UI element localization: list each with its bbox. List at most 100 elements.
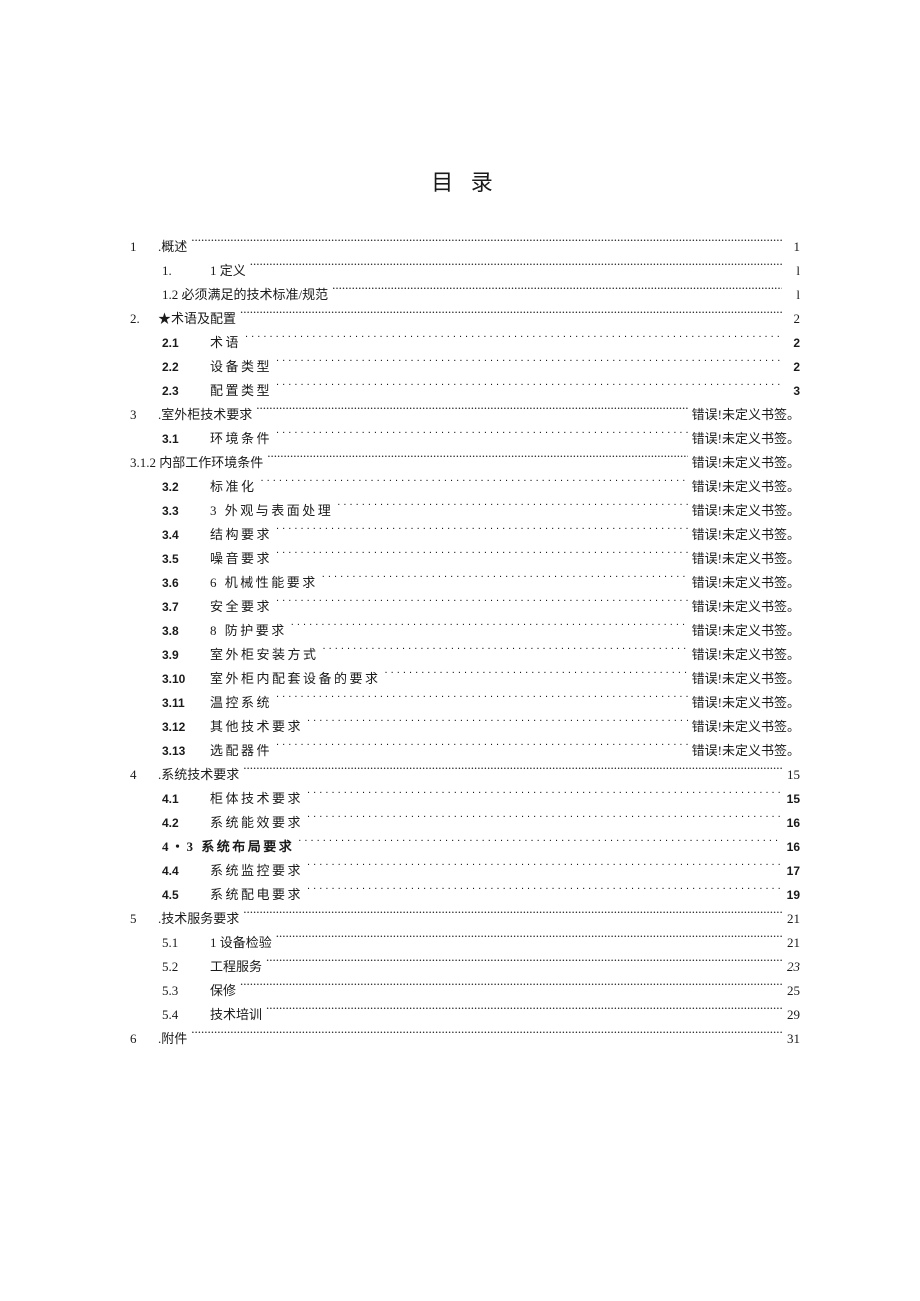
- toc-entry-label: .技术服务要求: [158, 907, 243, 929]
- toc-entry-page: 错误!未定义书签。: [688, 451, 800, 473]
- toc-entry: 1.1 定义l: [130, 257, 800, 281]
- toc-entry-number: 3.7: [162, 595, 210, 617]
- toc-entry: 2.★术语及配置2: [130, 305, 800, 329]
- toc-entry: 5.11 设备检验21: [130, 929, 800, 953]
- toc-entry-page: 错误!未定义书签。: [688, 715, 800, 737]
- toc-entry-number: 3.3: [162, 499, 210, 521]
- toc-leader: [385, 665, 688, 683]
- toc-entry-page: l: [782, 283, 800, 305]
- toc-entry: 3.9室外柜安装方式 错误!未定义书签。: [130, 641, 800, 665]
- toc-entry-label: 保修: [210, 979, 240, 1001]
- toc-entry: 3.33 外观与表面处理 错误!未定义书签。: [130, 497, 800, 521]
- toc-entry: 2.1术语2: [130, 329, 800, 353]
- toc-entry-number: 5.2: [162, 955, 210, 977]
- toc-entry-page: 16: [782, 811, 800, 833]
- toc-entry-number: 5.1: [162, 931, 210, 953]
- toc-entry-number: 3.6: [162, 571, 210, 593]
- toc-entry-page: l: [782, 259, 800, 281]
- toc-entry-label: 1 设备检验: [210, 931, 276, 953]
- toc-entry-number: 4.5: [162, 883, 210, 905]
- toc-entry: 4・3 系统布局要求16: [130, 833, 800, 857]
- toc-entry-number: 1: [130, 235, 158, 257]
- toc-list: 1.概述11.1 定义l1.2 必须满足的技术标准/规范l2.★术语及配置22.…: [130, 233, 800, 1049]
- toc-leader: [243, 761, 782, 779]
- toc-entry: 5.4技术培训29: [130, 1001, 800, 1025]
- toc-entry-number: 3.1: [162, 427, 210, 449]
- toc-entry-page: 错误!未定义书签。: [688, 571, 800, 593]
- toc-entry-page: 错误!未定义书签。: [688, 427, 800, 449]
- toc-entry-page: 错误!未定义书签。: [688, 475, 800, 497]
- toc-leader: [266, 953, 782, 971]
- toc-entry: 1.概述1: [130, 233, 800, 257]
- toc-entry: 4.2系统能效要求16: [130, 809, 800, 833]
- toc-entry: 3.1环境条件错误!未定义书签。: [130, 425, 800, 449]
- toc-entry: 4.系统技术要求15: [130, 761, 800, 785]
- toc-entry-number: 3: [130, 403, 158, 425]
- toc-leader: [191, 1025, 782, 1043]
- toc-entry-label: 柜体技术要求: [210, 787, 307, 809]
- toc-leader: [323, 641, 688, 659]
- toc-entry-page: 21: [782, 907, 800, 929]
- toc-leader: [332, 281, 782, 299]
- toc-leader: [256, 401, 687, 419]
- toc-entry-page: 19: [782, 883, 800, 905]
- toc-entry-page: 2: [782, 307, 800, 329]
- toc-entry-number: 5.4: [162, 1003, 210, 1025]
- toc-entry: 3.室外柜技术要求错误!未定义书签。: [130, 401, 800, 425]
- toc-leader: [307, 713, 688, 731]
- toc-entry: 5.技术服务要求21: [130, 905, 800, 929]
- toc-leader: [307, 809, 782, 827]
- toc-entry: 5.3保修25: [130, 977, 800, 1001]
- toc-leader: [261, 473, 688, 491]
- toc-entry-page: 31: [782, 1027, 800, 1049]
- toc-entry: 3.1.2 内部工作环境条件 错误!未定义书签。: [130, 449, 800, 473]
- toc-entry-label: 3 外观与表面处理: [210, 499, 337, 521]
- toc-leader: [276, 521, 688, 539]
- toc-entry-label: 温控系统: [210, 691, 276, 713]
- toc-entry-number: 3.9: [162, 643, 210, 665]
- toc-entry-label: 系统监控要求: [210, 859, 307, 881]
- toc-leader: [276, 377, 782, 395]
- toc-entry-number: 3.2: [162, 475, 210, 497]
- toc-leader: [276, 737, 688, 755]
- toc-entry-number: 3.5: [162, 547, 210, 569]
- toc-entry: 1.2 必须满足的技术标准/规范l: [130, 281, 800, 305]
- toc-entry-number: 4.2: [162, 811, 210, 833]
- toc-entry-page: 23: [782, 955, 800, 977]
- toc-entry: 3.11温控系统错误!未定义书签。: [130, 689, 800, 713]
- toc-entry-page: 错误!未定义书签。: [688, 499, 800, 521]
- toc-entry-page: 错误!未定义书签。: [688, 547, 800, 569]
- toc-entry-page: 15: [782, 787, 800, 809]
- toc-entry: 2.3配置类型3: [130, 377, 800, 401]
- toc-entry-label: 技术培训: [210, 1003, 266, 1025]
- toc-entry: 6.附件31: [130, 1025, 800, 1049]
- toc-entry-number: 3.10: [162, 667, 210, 689]
- toc-entry-label: 室外柜安装方式: [210, 643, 323, 665]
- toc-entry-number: 3.13: [162, 739, 210, 761]
- toc-entry-page: 1: [782, 235, 800, 257]
- toc-entry-number: 3.4: [162, 523, 210, 545]
- toc-entry-label: 其他技术要求: [210, 715, 307, 737]
- toc-entry-number: 4.1: [162, 787, 210, 809]
- toc-entry-label: 3.1.2 内部工作环境条件: [130, 451, 267, 473]
- toc-entry-page: 错误!未定义书签。: [688, 667, 800, 689]
- toc-entry-number: 2.: [130, 307, 158, 329]
- toc-entry-label: 标准化: [210, 475, 261, 497]
- toc-leader: [276, 593, 688, 611]
- toc-entry-page: 错误!未定义书签。: [688, 643, 800, 665]
- toc-leader: [307, 857, 782, 875]
- toc-leader: [245, 329, 782, 347]
- toc-entry-label: 噪音要求: [210, 547, 276, 569]
- toc-entry-page: 错误!未定义书签。: [688, 739, 800, 761]
- toc-leader: [243, 905, 782, 923]
- toc-leader: [240, 977, 782, 995]
- toc-entry: 3.88 防护要求错误!未定义书签。: [130, 617, 800, 641]
- toc-entry-number: 3.11: [162, 691, 210, 713]
- toc-entry-label: 安全要求: [210, 595, 276, 617]
- toc-entry-label: 6 机械性能要求: [210, 571, 322, 593]
- toc-leader: [322, 569, 688, 587]
- toc-entry-number: 2.1: [162, 331, 210, 353]
- toc-entry-label: 配置类型: [210, 379, 276, 401]
- toc-leader: [276, 545, 688, 563]
- toc-leader: [276, 425, 688, 443]
